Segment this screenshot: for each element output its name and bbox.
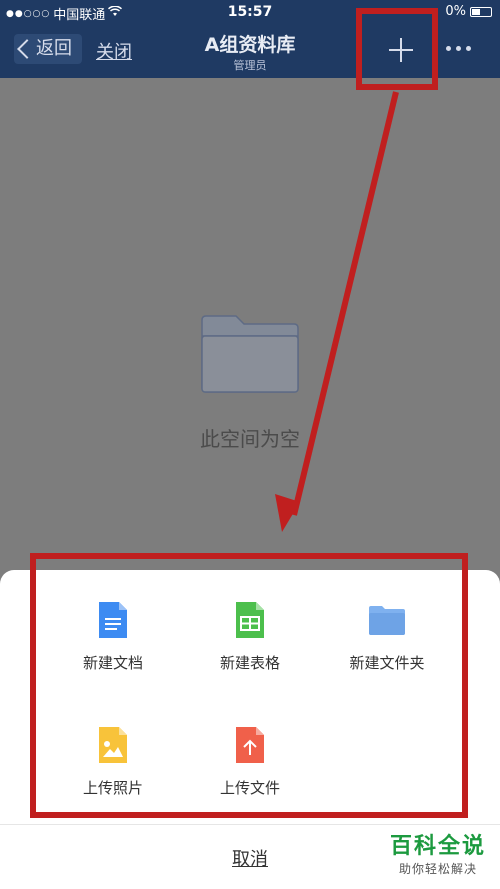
page-subtitle: 管理员 [233, 59, 267, 72]
upload-file-label: 上传文件 [219, 779, 280, 797]
upload-photo-label: 上传照片 [82, 779, 143, 797]
new-doc-label: 新建文档 [82, 654, 143, 672]
watermark-subtitle: 助你轻松解决 [398, 862, 477, 876]
empty-state-text: 此空间为空 [200, 427, 300, 451]
new-folder-button[interactable]: 新建文件夹 [317, 600, 457, 673]
new-sheet-button[interactable]: 新建表格 [180, 600, 320, 673]
battery-percent: 0% [445, 4, 466, 19]
status-right: 0% [445, 4, 492, 19]
watermark-title: 百科全说 [389, 834, 486, 859]
doc-icon [93, 600, 133, 640]
add-icon[interactable] [385, 34, 417, 66]
sheet-divider [0, 824, 500, 825]
upload-icon [230, 725, 270, 765]
nav-bar: 返回 关闭 A组资料库 管理员 [0, 24, 500, 78]
status-time: 15:57 [227, 4, 273, 20]
watermark: 百科全说 助你轻松解决 [390, 828, 486, 877]
more-icon[interactable] [446, 46, 471, 51]
upload-photo-button[interactable]: 上传照片 [43, 725, 183, 798]
empty-folder-icon [200, 314, 300, 394]
status-bar: ●●○○○ 中国联通 15:57 0% [0, 0, 500, 24]
sheet-icon [230, 600, 270, 640]
folder-icon [367, 600, 407, 640]
battery-icon [470, 6, 492, 17]
upload-file-button[interactable]: 上传文件 [180, 725, 320, 798]
new-doc-button[interactable]: 新建文档 [43, 600, 183, 673]
page-title: A组资料库 [204, 34, 296, 56]
library-content: 此空间为空 [0, 78, 500, 573]
new-folder-label: 新建文件夹 [349, 654, 425, 672]
new-sheet-label: 新建表格 [219, 654, 280, 672]
photo-icon [93, 725, 133, 765]
